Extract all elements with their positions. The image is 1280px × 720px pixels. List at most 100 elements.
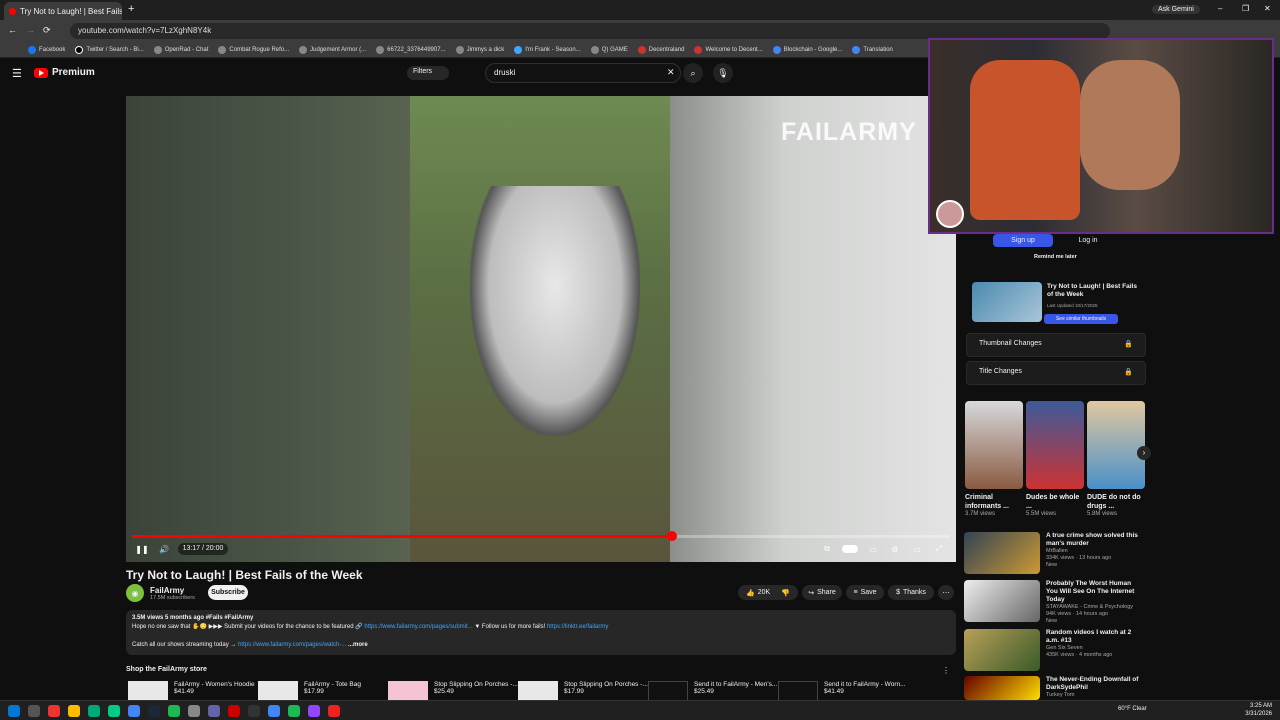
new-badge: New <box>1046 562 1058 568</box>
recommended-video[interactable]: The Never-Ending Downfall of DarkSydePhi… <box>964 676 1144 700</box>
title-changes-row[interactable]: Title Changes 🔒 <box>966 361 1146 385</box>
dislike-icon[interactable]: 👎 <box>781 589 790 597</box>
system-clock[interactable]: 3:25 AM 3/31/2026 <box>1245 702 1272 718</box>
linktree-link[interactable]: https://linktr.ee/failarmy <box>547 624 608 630</box>
spotify-icon[interactable] <box>168 704 180 717</box>
next-shorts-icon[interactable]: › <box>1137 446 1151 460</box>
bookmark-item[interactable]: OpenRad - Chat <box>153 45 208 54</box>
promo-thumbnail[interactable] <box>972 282 1042 322</box>
taskbar-app-icon[interactable] <box>328 704 340 717</box>
theater-icon[interactable]: ▭ <box>910 543 924 555</box>
autoplay-toggle[interactable] <box>842 545 858 553</box>
pause-icon[interactable]: ❚❚ <box>135 543 148 555</box>
short-item[interactable]: DUDE do not do drugs ... 5.8M views <box>1087 493 1142 517</box>
browser-tab[interactable]: Try Not to Laugh! | Best Fails 🔊 ✕ <box>4 2 122 20</box>
short-item[interactable]: Criminal informants ... 3.7M views <box>965 493 1020 517</box>
chrome-icon[interactable] <box>128 704 140 717</box>
taskbar-app-icon[interactable] <box>228 704 240 717</box>
bookmark-item[interactable]: Facebook <box>28 45 65 54</box>
bookmark-item[interactable]: I'm Frank - Season... <box>514 45 581 54</box>
volume-icon[interactable]: 🔊 <box>158 543 170 555</box>
minimize-icon[interactable]: – <box>1218 4 1222 13</box>
bookmark-item[interactable]: 66722_3376449907... <box>376 45 446 54</box>
more-actions-icon[interactable]: ⋯ <box>938 585 954 600</box>
bookmark-item[interactable]: Jimmys a dick <box>455 45 504 54</box>
taskbar-app-icon[interactable] <box>28 704 40 717</box>
channel-avatar[interactable]: ◉ <box>126 584 144 602</box>
taskbar-app-icon[interactable] <box>208 704 220 717</box>
bookmark-item[interactable]: Q) GAME <box>590 45 628 54</box>
recommended-video[interactable]: A true crime show solved this man's murd… <box>964 532 1144 574</box>
thanks-button[interactable]: $ Thanks <box>888 585 934 600</box>
forward-icon[interactable]: → <box>26 25 35 35</box>
channel-name[interactable]: FailArmy <box>150 586 195 595</box>
search-icon[interactable]: ⌕ <box>683 63 703 83</box>
remind-later-link[interactable]: Remind me later <box>1034 254 1077 260</box>
taskbar-app-icon[interactable] <box>48 704 60 717</box>
submit-link[interactable]: https://www.failarmy.com/pages/submit... <box>364 624 472 630</box>
maximize-icon[interactable]: ❐ <box>1242 4 1249 13</box>
close-window-icon[interactable]: ✕ <box>1264 4 1271 13</box>
reload-icon[interactable]: ⟳ <box>43 25 51 36</box>
like-count[interactable]: 20K <box>758 589 770 596</box>
clear-search-icon[interactable]: ✕ <box>667 67 675 78</box>
taskbar-app-icon[interactable] <box>248 704 260 717</box>
clock-time: 3:25 AM <box>1249 703 1272 709</box>
subtitles-icon[interactable]: ▭ <box>866 543 880 555</box>
share-button[interactable]: ↪ Share <box>802 585 842 600</box>
bookmark-item[interactable]: Decentraland <box>637 45 684 54</box>
video-player[interactable]: FAILARMY ❚❚ 🔊 13:17 / 20:00 ⧉ ▭ ⚙ ▭ ⤢ <box>126 96 956 562</box>
rec-title: Probably The Worst Human You Will See On… <box>1046 580 1135 603</box>
signup-button[interactable]: Sign up <box>993 234 1053 247</box>
microphone-icon[interactable]: 🎙 <box>713 63 733 83</box>
recommended-video[interactable]: Probably The Worst Human You Will See On… <box>964 580 1144 625</box>
bookmark-item[interactable]: Twitter / Search - Bi... <box>75 45 144 54</box>
short-thumbnail[interactable] <box>965 401 1023 489</box>
watch-link[interactable]: https://www.failarmy.com/pages/watch-... <box>238 642 346 648</box>
twitch-icon[interactable] <box>308 704 320 717</box>
taskbar-app-icon[interactable] <box>88 704 100 717</box>
recommended-video[interactable]: Random videos I watch at 2 a.m. #13 Gen S… <box>964 629 1144 671</box>
bookmark-item[interactable]: Blockchain - Google... <box>772 45 842 54</box>
taskbar-app-icon[interactable] <box>268 704 280 717</box>
bookmark-item[interactable]: Combat Rogue Refo... <box>218 45 289 54</box>
steam-icon[interactable] <box>148 704 160 717</box>
short-item[interactable]: Dudes be whole ... 5.5M views <box>1026 493 1081 517</box>
short-thumbnail[interactable] <box>1026 401 1084 489</box>
search-input[interactable]: druski <box>485 63 681 83</box>
scrubber-handle[interactable] <box>666 531 677 541</box>
more-link[interactable]: ...more <box>348 642 368 648</box>
rec-meta: 435K views · 4 months ago <box>1046 652 1113 658</box>
short-thumbnail[interactable] <box>1087 401 1145 489</box>
taskbar-app-icon[interactable] <box>188 704 200 717</box>
progress-bar[interactable] <box>132 531 950 541</box>
like-icon[interactable]: 👍 <box>746 589 755 597</box>
subscribe-button[interactable]: Subscribe <box>208 585 248 600</box>
similar-thumbnails-button[interactable]: See similar thumbnails <box>1044 314 1118 324</box>
folder-icon[interactable] <box>68 704 80 717</box>
save-button[interactable]: ≡ Save <box>846 585 884 600</box>
new-tab-icon[interactable]: + <box>128 3 134 15</box>
short-title: Criminal informants ... <box>965 494 1009 510</box>
bookmark-item[interactable]: Translation <box>852 45 893 54</box>
fullscreen-icon[interactable]: ⤢ <box>932 543 946 555</box>
back-icon[interactable]: ← <box>8 25 17 35</box>
menu-icon[interactable]: ☰ <box>12 67 22 80</box>
taskbar-app-icon[interactable] <box>288 704 300 717</box>
captions-icon[interactable]: ⧉ <box>820 543 834 555</box>
taskbar-app-icon[interactable] <box>108 704 120 717</box>
thumbnail-changes-row[interactable]: Thumbnail Changes 🔒 <box>966 333 1146 357</box>
windows-start-icon[interactable] <box>8 704 20 717</box>
login-button[interactable]: Log in <box>1062 234 1114 247</box>
address-bar[interactable]: youtube.com/watch?v=7LzXghN8Y4k <box>70 23 1110 39</box>
store-menu-icon[interactable]: ⋮ <box>942 666 950 675</box>
youtube-logo[interactable]: Premium <box>34 67 95 78</box>
filters-button[interactable]: Filters <box>407 66 449 80</box>
description-box[interactable]: 3.5M views 5 months ago #Fails #FailArmy… <box>126 610 956 655</box>
weather-label[interactable]: 60°F Clear <box>1118 706 1147 712</box>
bookmark-item[interactable]: Welcome to Decent... <box>694 45 763 54</box>
description-line: Hope no one saw that ✋😳 ▶▶▶ Submit your … <box>132 623 950 632</box>
settings-icon[interactable]: ⚙ <box>888 543 902 555</box>
bookmark-item[interactable]: Judgement Armor (... <box>299 45 366 54</box>
ask-gemini-button[interactable]: Ask Gemini <box>1152 5 1200 14</box>
